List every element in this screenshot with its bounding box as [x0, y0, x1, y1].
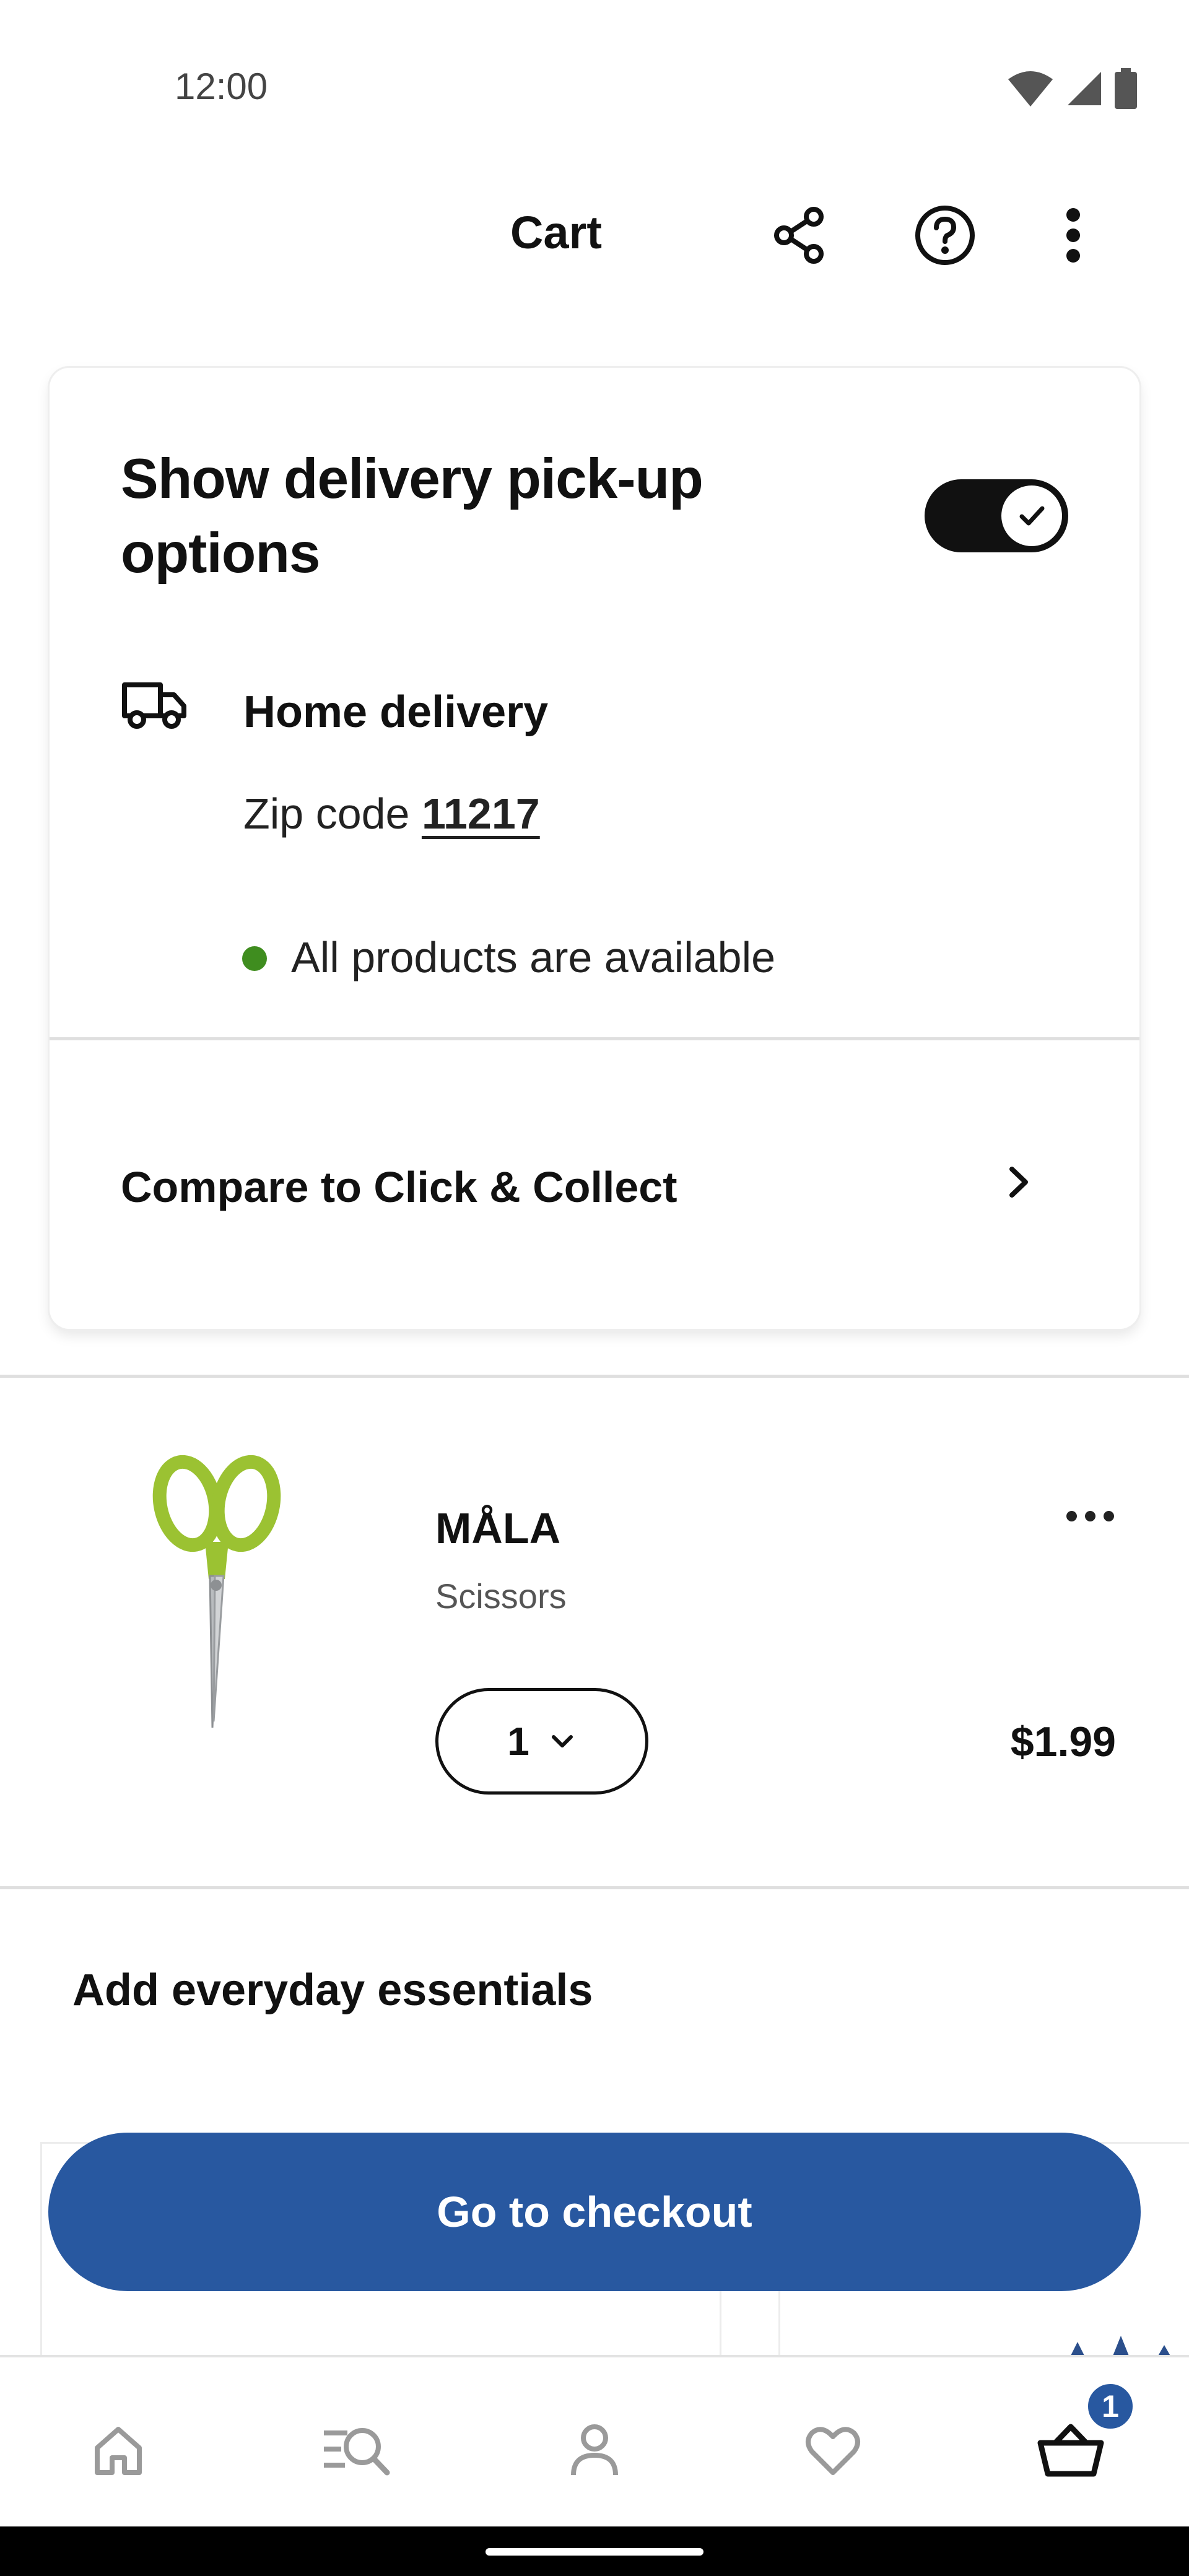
item-more-button[interactable] [1066, 1511, 1114, 1521]
status-icons [1007, 68, 1137, 109]
toggle-knob [1001, 485, 1062, 546]
section-divider [0, 1886, 1189, 1889]
section-divider [0, 1375, 1189, 1378]
battery-icon [1115, 68, 1137, 109]
availability-dot [242, 946, 267, 971]
zip-code-prefix: Zip code [243, 790, 410, 838]
help-button[interactable] [902, 192, 988, 279]
more-options-button[interactable] [1030, 192, 1117, 279]
favorites-icon [806, 2427, 860, 2475]
quantity-select[interactable]: 1 [435, 1688, 648, 1795]
availability-text: All products are available [291, 933, 776, 981]
nav-account[interactable] [548, 2407, 641, 2494]
quantity-value: 1 [507, 1719, 529, 1764]
more-vertical-icon [1066, 208, 1080, 263]
home-icon [95, 2427, 142, 2475]
nav-favorites[interactable] [786, 2407, 879, 2494]
wifi-icon [1008, 71, 1053, 107]
delivery-options-card: Show delivery pick-up options Home deliv… [50, 368, 1139, 1329]
chevron-right-icon [1009, 1167, 1028, 1198]
scissors-image[interactable] [146, 1455, 288, 1734]
nav-search[interactable] [310, 2407, 403, 2494]
cart-badge: 1 [1085, 2381, 1136, 2432]
product-name[interactable]: MÅLA [435, 1503, 560, 1553]
zip-code-row: Zip code 11217 [243, 789, 540, 838]
essentials-heading: Add everyday essentials [72, 1965, 593, 2015]
truck-icon [122, 682, 186, 729]
home-delivery-label: Home delivery [243, 687, 549, 737]
help-icon [915, 206, 975, 265]
more-horizontal-icon [1066, 1511, 1077, 1521]
nav-home[interactable] [72, 2407, 165, 2494]
status-time: 12:00 [175, 66, 268, 107]
product-description: Scissors [435, 1577, 567, 1616]
account-icon [571, 2424, 618, 2476]
delivery-card-title: Show delivery pick-up options [121, 448, 703, 585]
share-button[interactable] [757, 192, 843, 279]
share-icon [774, 207, 824, 264]
checkout-button[interactable]: Go to checkout [48, 2133, 1141, 2291]
bottom-navigation [0, 2355, 1189, 2526]
cart-icon [1037, 2424, 1104, 2477]
signal-icon [1068, 72, 1101, 105]
product-price: $1.99 [1010, 1718, 1116, 1765]
delivery-options-toggle[interactable] [925, 479, 1068, 552]
search-icon [324, 2428, 390, 2476]
zip-code-link[interactable]: 11217 [422, 790, 540, 838]
check-icon [1019, 506, 1045, 526]
compare-label: Compare to Click & Collect [121, 1163, 677, 1211]
chevron-down-icon [551, 1735, 573, 1747]
home-gesture-pill[interactable] [486, 2548, 703, 2556]
